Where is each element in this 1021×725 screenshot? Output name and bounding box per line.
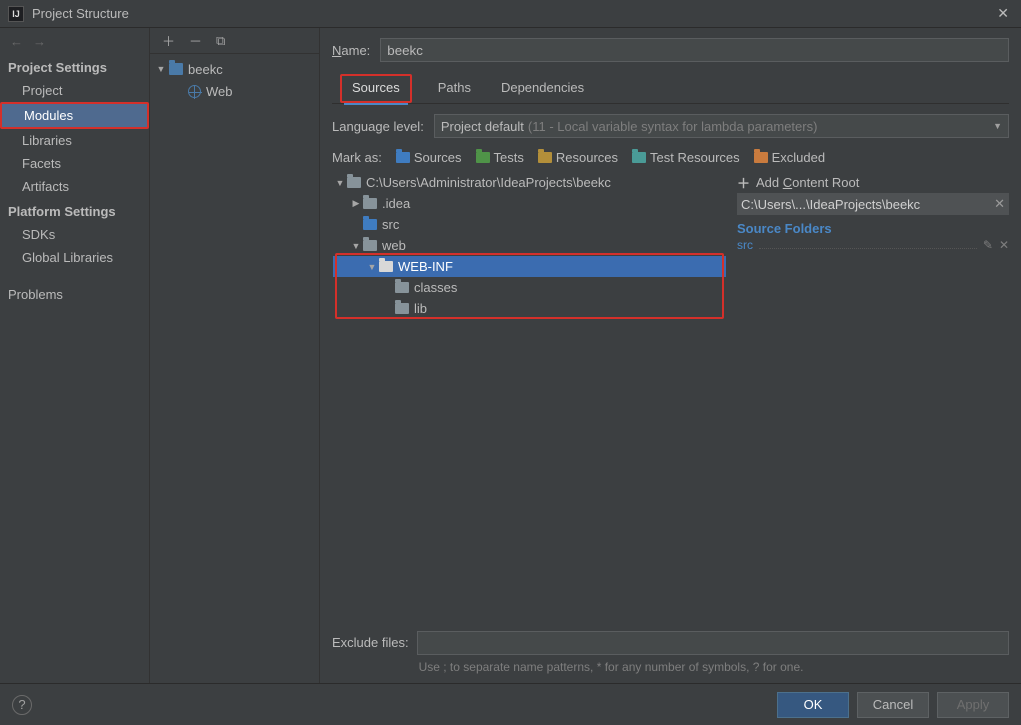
sidebar-item-libraries[interactable]: Libraries	[0, 129, 149, 152]
remove-source-folder-icon[interactable]: ✕	[999, 238, 1009, 252]
source-folders-heading: Source Folders	[737, 215, 1009, 238]
settings-sidebar: ← → Project Settings Project Modules Lib…	[0, 28, 150, 683]
tree-webinf-label: WEB-INF	[398, 259, 453, 274]
dialog-footer: ? OK Cancel Apply	[0, 683, 1021, 725]
module-root-label: beekc	[188, 62, 223, 77]
mark-as-row: Mark as: Sources Tests Resources Test Re…	[332, 150, 1009, 165]
add-content-root-link[interactable]: ＋ Add Content Root	[737, 171, 1009, 193]
folder-icon	[395, 303, 409, 314]
tree-root-label: C:\Users\Administrator\IdeaProjects\beek…	[366, 175, 611, 190]
copy-module-icon[interactable]: ⧉	[216, 33, 225, 49]
folder-icon	[395, 282, 409, 293]
tree-webinf[interactable]: ▼ WEB-INF	[333, 256, 726, 277]
chevron-down-icon[interactable]: ▼	[156, 64, 166, 74]
language-level-select[interactable]: Project default (11 - Local variable syn…	[434, 114, 1009, 138]
folder-icon	[379, 261, 393, 272]
content-tabs: Sources Paths Dependencies	[332, 74, 1009, 104]
sidebar-heading-platform-settings: Platform Settings	[0, 198, 149, 223]
tree-idea[interactable]: ▶ .idea	[333, 193, 726, 214]
tree-lib[interactable]: lib	[333, 298, 726, 319]
content-root-path[interactable]: C:\Users\...\IdeaProjects\beekc ✕	[737, 193, 1009, 215]
tab-paths[interactable]: Paths	[434, 74, 475, 103]
mark-tests-button[interactable]: Tests	[476, 150, 524, 165]
tree-classes-label: classes	[414, 280, 457, 295]
sidebar-item-facets[interactable]: Facets	[0, 152, 149, 175]
mark-resources-button[interactable]: Resources	[538, 150, 618, 165]
module-icon	[169, 63, 183, 75]
window-title: Project Structure	[32, 6, 993, 21]
folder-icon	[476, 152, 490, 163]
exclude-files-hint: Use ; to separate name patterns, * for a…	[417, 655, 1009, 675]
folder-icon	[538, 152, 552, 163]
add-module-icon[interactable]: ＋	[162, 31, 175, 50]
sidebar-item-artifacts[interactable]: Artifacts	[0, 175, 149, 198]
back-icon[interactable]: ←	[10, 34, 23, 49]
language-level-label: Language level:	[332, 119, 424, 134]
tree-web-label: web	[382, 238, 406, 253]
language-level-detail: (11 - Local variable syntax for lambda p…	[528, 119, 818, 134]
module-name-input[interactable]	[380, 38, 1009, 62]
chevron-down-icon[interactable]: ▼	[335, 178, 345, 188]
remove-content-root-icon[interactable]: ✕	[994, 196, 1005, 212]
sidebar-item-project[interactable]: Project	[0, 79, 149, 102]
sidebar-item-problems[interactable]: Problems	[0, 283, 149, 306]
chevron-down-icon[interactable]: ▼	[367, 262, 377, 272]
exclude-files-input[interactable]	[417, 631, 1009, 655]
language-level-value: Project default	[441, 119, 524, 134]
web-icon	[188, 85, 201, 98]
mark-as-label: Mark as:	[332, 150, 382, 165]
chevron-down-icon: ▼	[993, 121, 1002, 131]
tree-lib-label: lib	[414, 301, 427, 316]
apply-button[interactable]: Apply	[937, 692, 1009, 718]
module-content: Name: Sources Paths Dependencies Languag…	[320, 28, 1021, 683]
mark-test-resources-button[interactable]: Test Resources	[632, 150, 740, 165]
tree-classes[interactable]: classes	[333, 277, 726, 298]
remove-module-icon[interactable]: －	[189, 31, 202, 50]
source-folder-src[interactable]: src ✎ ✕	[737, 238, 1009, 252]
modules-panel: ＋ － ⧉ ▼ beekc Web	[150, 28, 320, 683]
folder-icon	[632, 152, 646, 163]
help-icon[interactable]: ?	[12, 695, 32, 715]
modules-toolbar: ＋ － ⧉	[150, 28, 319, 54]
tab-sources[interactable]: Sources	[340, 74, 412, 103]
close-icon[interactable]: ✕	[993, 5, 1013, 22]
sidebar-item-global-libraries[interactable]: Global Libraries	[0, 246, 149, 269]
folder-icon	[363, 240, 377, 251]
folder-icon	[347, 177, 361, 188]
folder-icon	[754, 152, 768, 163]
cancel-button[interactable]: Cancel	[857, 692, 929, 718]
ok-button[interactable]: OK	[777, 692, 849, 718]
nav-arrows: ← →	[0, 28, 149, 54]
modules-tree: ▼ beekc Web	[150, 54, 319, 683]
exclude-files-label: Exclude files:	[332, 631, 409, 650]
tree-web[interactable]: ▼ web	[333, 235, 726, 256]
content-root-path-label: C:\Users\...\IdeaProjects\beekc	[741, 197, 920, 212]
folder-icon	[396, 152, 410, 163]
edit-source-folder-icon[interactable]: ✎	[983, 238, 993, 252]
tree-root[interactable]: ▼ C:\Users\Administrator\IdeaProjects\be…	[333, 172, 726, 193]
tree-idea-label: .idea	[382, 196, 410, 211]
source-folder-icon	[363, 219, 377, 230]
folder-icon	[363, 198, 377, 209]
module-web-facet[interactable]: Web	[150, 80, 319, 102]
directory-tree: ▼ C:\Users\Administrator\IdeaProjects\be…	[332, 171, 727, 625]
tree-src[interactable]: src	[333, 214, 726, 235]
tree-src-label: src	[382, 217, 399, 232]
app-logo-icon: IJ	[8, 6, 24, 22]
sidebar-item-sdks[interactable]: SDKs	[0, 223, 149, 246]
module-root[interactable]: ▼ beekc	[150, 58, 319, 80]
source-folder-label: src	[737, 238, 753, 252]
chevron-right-icon[interactable]: ▶	[351, 198, 361, 209]
forward-icon[interactable]: →	[33, 34, 46, 49]
sidebar-item-modules[interactable]: Modules	[0, 102, 149, 129]
tab-dependencies[interactable]: Dependencies	[497, 74, 588, 103]
content-roots-panel: ＋ Add Content Root C:\Users\...\IdeaProj…	[737, 171, 1009, 625]
mark-sources-button[interactable]: Sources	[396, 150, 462, 165]
name-label: Name:	[332, 43, 370, 58]
sidebar-heading-project-settings: Project Settings	[0, 54, 149, 79]
module-web-label: Web	[206, 84, 233, 99]
mark-excluded-button[interactable]: Excluded	[754, 150, 825, 165]
chevron-down-icon[interactable]: ▼	[351, 241, 361, 251]
title-bar: IJ Project Structure ✕	[0, 0, 1021, 28]
